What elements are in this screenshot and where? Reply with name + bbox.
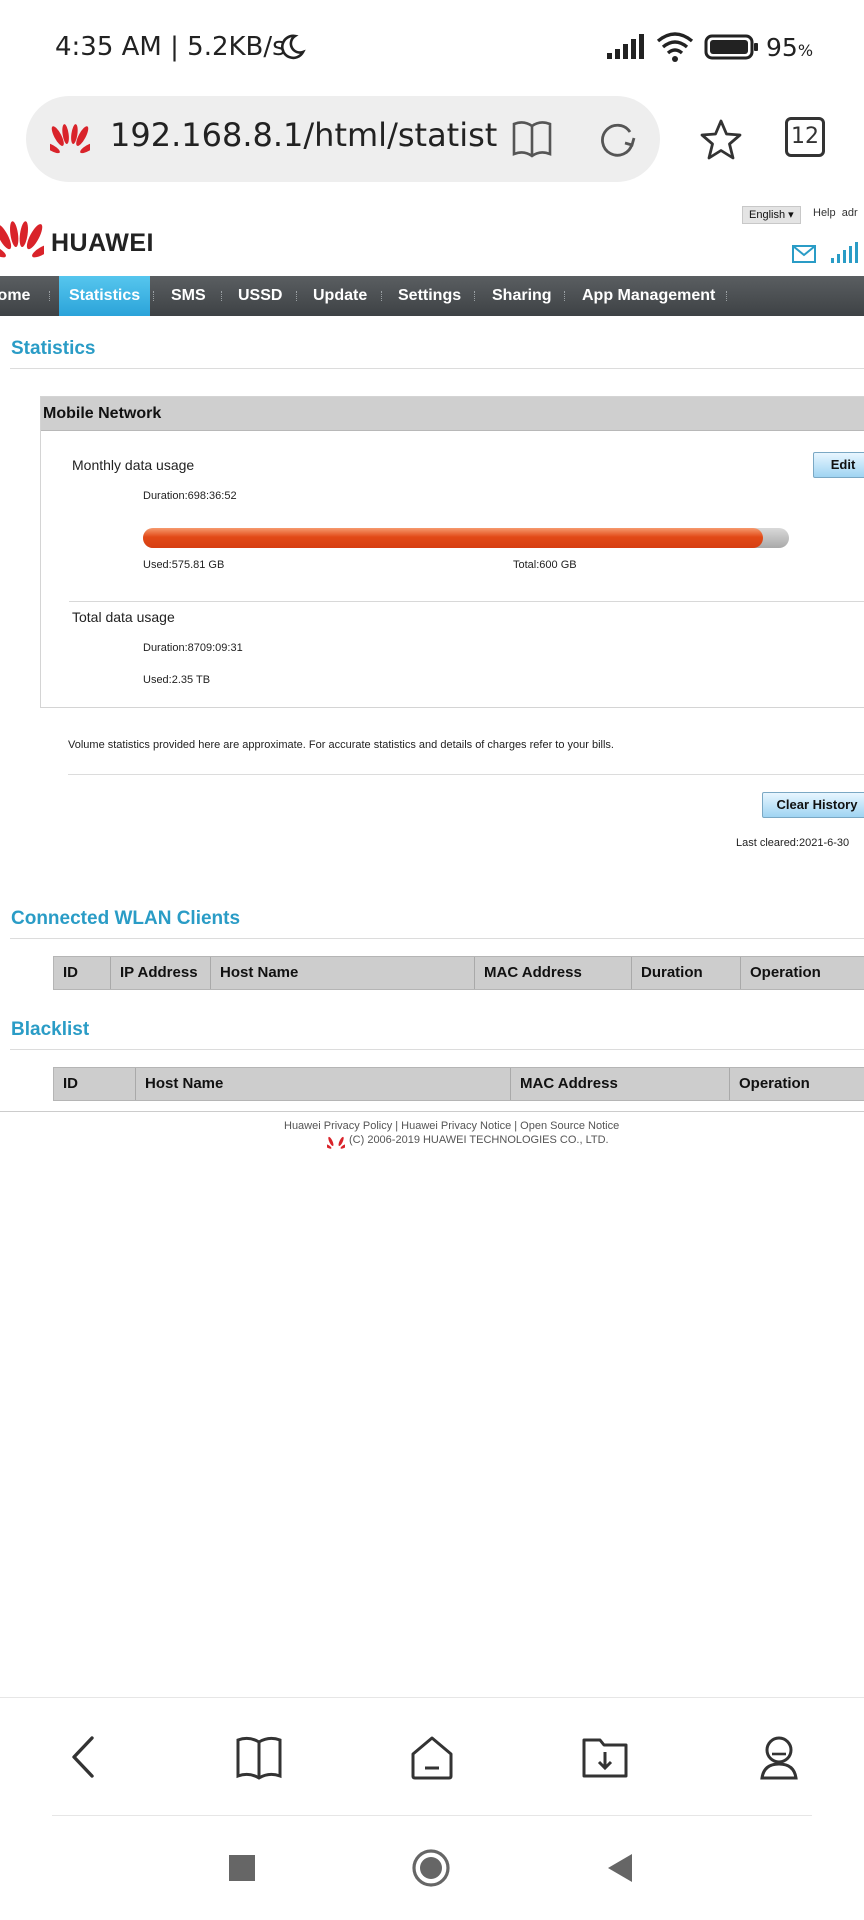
wlan-table-header: ID IP Address Host Name MAC Address Dura… [53,956,864,990]
column-header: IP Address [111,957,211,989]
column-header: MAC Address [475,957,632,989]
huawei-logo-icon [0,221,44,258]
total-used: Used:2.35 TB [143,674,211,686]
status-bar: 4:35 AM | 5.2KB/s 95% [0,0,864,92]
monthly-duration: Duration:698:36:52 [143,490,237,502]
nav-statistics[interactable]: Statistics [59,276,151,316]
help-link[interactable]: Help adr [813,207,858,219]
mail-icon[interactable] [792,245,816,263]
user-link[interactable]: adr [842,207,858,219]
monthly-total: Total:600 GB [513,559,577,571]
main-nav: Home Statistics SMS USSD Update Settings… [0,276,864,316]
column-header: Operation [750,964,821,981]
section-divider [10,938,864,939]
last-cleared: Last cleared:2021-6-30 [736,837,850,849]
total-duration: Duration:8709:09:31 [143,642,243,654]
monthly-usage-progress [143,528,789,548]
reload-icon[interactable] [596,118,638,160]
blacklist-table-header: ID Host Name MAC Address Operation [53,1067,864,1101]
toolbar-divider [0,1697,864,1698]
section-divider [10,1049,864,1050]
nav-ussd[interactable]: USSD [238,276,282,316]
footer-divider [0,1111,864,1112]
statistics-title: Statistics [11,338,96,359]
total-usage-label: Total data usage [72,609,175,625]
monthly-usage-progress-fill [143,528,763,548]
recents-square-icon[interactable] [222,1848,262,1888]
router-page: English ▾ Help adr HUAWEI Home [0,198,864,1158]
reader-mode-icon[interactable] [510,118,554,160]
column-header: ID [54,957,111,989]
nav-separator [49,291,51,301]
home-circle-icon[interactable] [411,1848,451,1888]
monthly-used: Used:575.81 GB [143,559,225,571]
footer-links[interactable]: Huawei Privacy Policy | Huawei Privacy N… [284,1120,619,1132]
column-header: Duration [632,957,741,989]
back-arrow-icon[interactable] [60,1732,110,1782]
nav-separator [153,291,155,301]
column-header: Host Name [211,957,475,989]
brand-name: HUAWEI [51,229,154,257]
downloads-folder-icon[interactable] [580,1732,630,1782]
clear-history-button[interactable]: Clear History [762,792,864,818]
column-header: Host Name [136,1068,511,1100]
wifi-icon [656,32,694,62]
section-divider [10,368,864,369]
monthly-usage-label: Monthly data usage [72,457,195,473]
panel-divider [69,601,864,602]
battery-level: 95% [766,33,814,62]
router-header: English ▾ Help adr HUAWEI [0,198,864,276]
huawei-logo-icon [327,1136,345,1149]
disclaimer-divider [68,774,864,775]
nav-separator [564,291,566,301]
bookmark-star-icon[interactable] [698,118,744,162]
network-signal-icon [831,242,858,263]
footer-copyright: (C) 2006-2019 HUAWEI TECHNOLOGIES CO., L… [349,1134,609,1146]
nav-separator [381,291,383,301]
column-header: MAC Address [511,1068,730,1100]
tabs-count-button[interactable]: 12 [785,117,825,157]
nav-app-management[interactable]: App Management [582,276,715,316]
bookmarks-book-icon[interactable] [234,1732,284,1782]
home-icon[interactable] [407,1732,457,1782]
mobile-network-panel: Mobile Network Monthly data usage Edit D… [40,396,864,708]
language-select[interactable]: English ▾ [742,206,801,224]
mobile-network-header: Mobile Network [41,397,864,431]
edit-button[interactable]: Edit [813,452,864,478]
address-bar[interactable]: 192.168.8.1/html/statisti [26,96,660,182]
column-header: ID [54,1068,136,1100]
cell-signal-icon [607,34,644,59]
nav-sms[interactable]: SMS [171,276,206,316]
nav-separator [221,291,223,301]
toolbar-divider [52,1815,812,1816]
nav-settings[interactable]: Settings [398,276,461,316]
huawei-logo-icon [50,124,90,154]
status-time: 4:35 AM | 5.2KB/s [55,32,286,62]
blacklist-title: Blacklist [11,1019,90,1040]
url-text[interactable]: 192.168.8.1/html/statisti [110,116,500,154]
profile-icon[interactable] [754,1732,804,1782]
nav-home[interactable]: Home [0,276,30,316]
nav-separator [474,291,476,301]
column-header: Operation [739,1075,810,1092]
battery-icon [704,34,758,60]
back-triangle-icon[interactable] [600,1848,640,1888]
moon-icon [280,34,306,60]
nav-sharing[interactable]: Sharing [492,276,552,316]
wlan-clients-title: Connected WLAN Clients [11,908,241,929]
usage-disclaimer: Volume statistics provided here are appr… [68,739,614,751]
nav-update[interactable]: Update [313,276,367,316]
nav-separator [296,291,298,301]
nav-separator [726,291,728,301]
